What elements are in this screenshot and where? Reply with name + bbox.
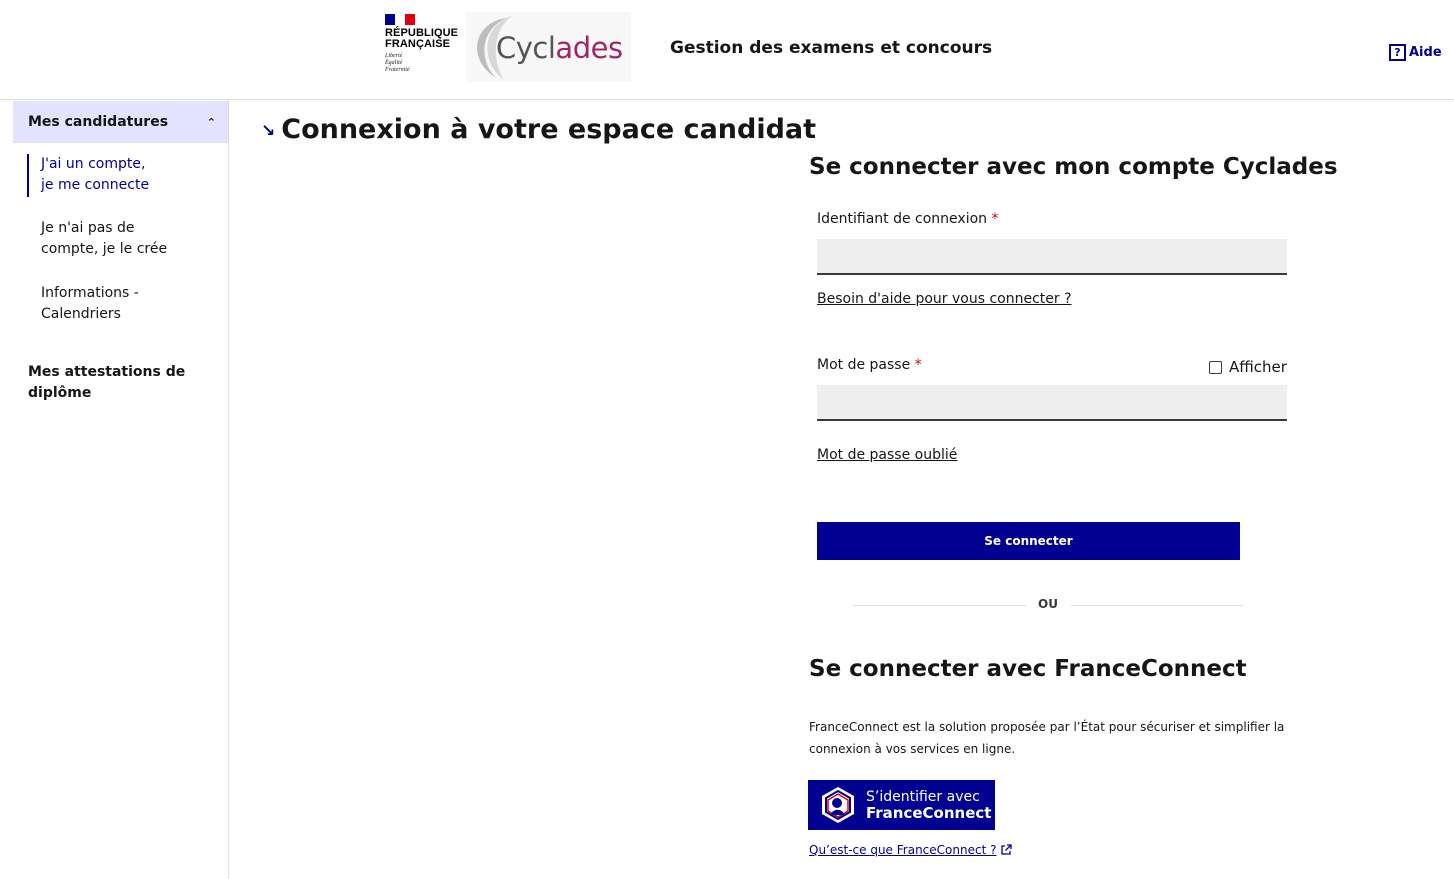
sidebar-item-login[interactable]: J'ai un compte, je me connecte <box>41 154 216 196</box>
republique-francaise-logo: RÉPUBLIQUE FRANÇAISE Liberté Égalité Fra… <box>385 14 458 74</box>
separator-right <box>1071 605 1243 606</box>
franceconnect-btn-line2: FranceConnect <box>866 804 992 822</box>
login-help-link[interactable]: Besoin d'aide pour vous connecter ? <box>817 291 1072 307</box>
sidebar-section-mes-candidatures[interactable]: Mes candidatures ⌃ <box>13 101 228 143</box>
required-mark: * <box>991 211 999 227</box>
motto-fraternite: Fraternité <box>385 67 410 73</box>
password-label: Mot de passe * <box>817 357 922 373</box>
republic-line2: FRANÇAISE <box>385 38 451 50</box>
help-link[interactable]: ? Aide <box>1389 44 1442 61</box>
page-title: ↘ Connexion à votre espace candidat <box>261 114 816 145</box>
flag-icon <box>385 14 415 25</box>
forgot-password-link[interactable]: Mot de passe oublié <box>817 447 957 463</box>
login-submit-button[interactable]: Se connecter <box>817 522 1240 560</box>
franceconnect-info-link[interactable]: Qu’est-ce que FranceConnect ? <box>809 843 1013 857</box>
sidebar-item-create-account[interactable]: Je n'ai pas de compte, je le crée <box>41 218 216 260</box>
service-title: Gestion des examens et concours <box>670 38 993 58</box>
active-indicator <box>27 154 29 197</box>
help-icon: ? <box>1389 44 1406 61</box>
login-input[interactable] <box>817 239 1287 275</box>
cyclades-login-heading: Se connecter avec mon compte Cyclades <box>809 154 1338 180</box>
help-label: Aide <box>1409 45 1442 60</box>
cyclades-logo: Cyclades <box>466 12 631 82</box>
franceconnect-button[interactable]: S’identifier avec FranceConnect <box>808 780 995 830</box>
franceconnect-btn-line1: S’identifier avec <box>866 789 980 805</box>
motto-liberte: Liberté <box>385 53 403 59</box>
chevron-up-icon: ⌃ <box>206 115 216 129</box>
external-link-icon <box>1001 844 1013 855</box>
show-password-checkbox[interactable]: Afficher <box>1209 358 1287 376</box>
header: RÉPUBLIQUE FRANÇAISE Liberté Égalité Fra… <box>0 0 1454 100</box>
checkbox-icon[interactable] <box>1209 360 1222 374</box>
franceconnect-description: FranceConnect est la solution proposée p… <box>809 720 1285 756</box>
franceconnect-logo-icon <box>816 783 860 827</box>
login-label: Identifiant de connexion * <box>817 211 999 227</box>
page-title-text: Connexion à votre espace candidat <box>281 114 817 145</box>
separator-left <box>853 605 1026 606</box>
motto-egalite: Égalité <box>385 60 403 66</box>
sidebar-section-label: Mes candidatures <box>28 114 169 130</box>
sidebar-item-calendars[interactable]: Informations - Calendriers <box>41 283 216 325</box>
sidebar-section-attestations[interactable]: Mes attestations de diplôme <box>28 362 218 404</box>
logo-wordmark: Cyclades <box>496 31 623 65</box>
franceconnect-heading: Se connecter avec FranceConnect <box>809 656 1247 682</box>
arrow-down-right-icon: ↘ <box>261 120 276 141</box>
password-input[interactable] <box>817 385 1287 421</box>
required-mark: * <box>914 357 922 373</box>
separator-label: OU <box>1038 597 1058 611</box>
sidebar-nav: Mes candidatures ⌃ J'ai un compte, je me… <box>0 100 229 879</box>
show-password-label: Afficher <box>1229 358 1287 376</box>
